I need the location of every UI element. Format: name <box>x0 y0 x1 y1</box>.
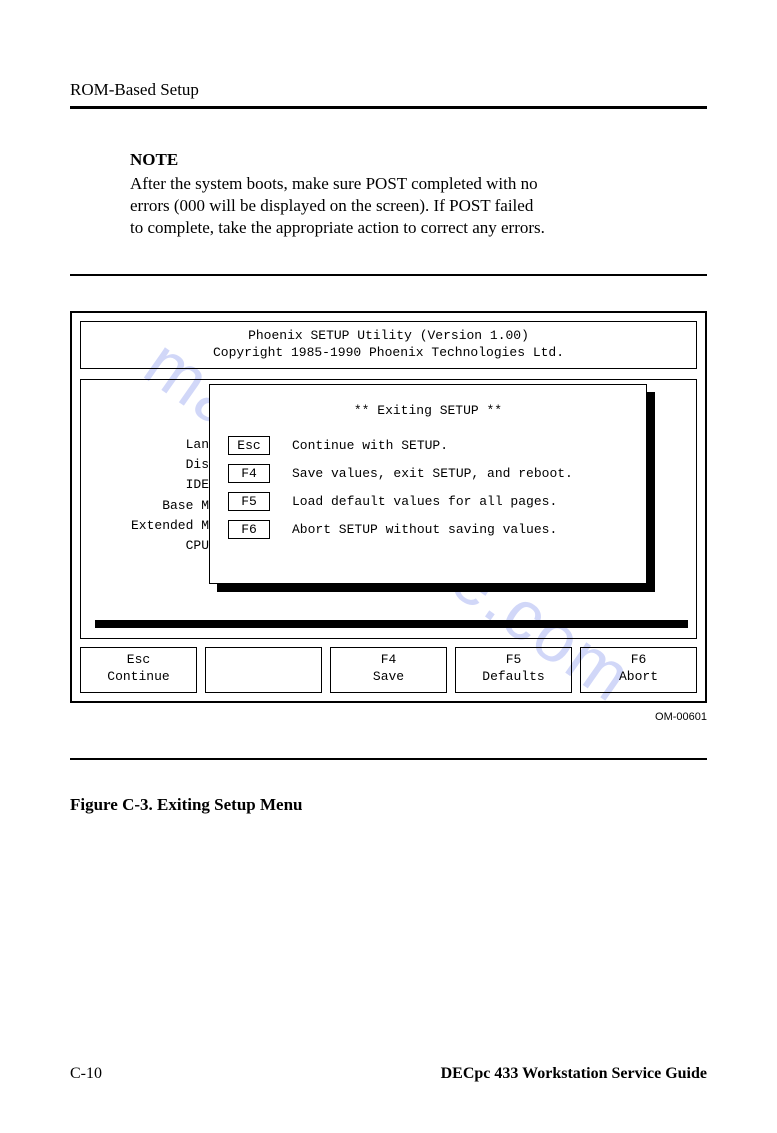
key-f4: F4 <box>228 464 270 483</box>
bios-title-line1: Phoenix SETUP Utility (Version 1.00) <box>81 328 696 345</box>
popup-row-desc: Continue with SETUP. <box>292 438 448 453</box>
exit-setup-popup: ** Exiting SETUP ** Esc Continue with SE… <box>209 384 647 584</box>
page: ROM-Based Setup NOTE After the system bo… <box>0 0 777 1133</box>
popup-title: ** Exiting SETUP ** <box>224 403 632 418</box>
figure-id: OM-00601 <box>70 711 707 723</box>
book-title: DECpc 433 Workstation Service Guide <box>441 1065 707 1083</box>
fkey-f6[interactable]: F6 Abort <box>580 647 697 693</box>
bios-window: Phoenix SETUP Utility (Version 1.00) Cop… <box>70 311 707 703</box>
separator-rule-bottom <box>70 758 707 760</box>
page-number: C-10 <box>70 1065 102 1083</box>
fkey-label: Save <box>331 669 446 686</box>
fkey-f5[interactable]: F5 Defaults <box>455 647 572 693</box>
fkey-bar: Esc Continue F4 Save F5 Defaults F6 Abor… <box>80 647 697 693</box>
key-f5: F5 <box>228 492 270 511</box>
bg-label: Base M <box>131 496 209 516</box>
fkey-blank <box>205 647 322 693</box>
key-esc: Esc <box>228 436 270 455</box>
fkey-label: Defaults <box>456 669 571 686</box>
bios-title-box: Phoenix SETUP Utility (Version 1.00) Cop… <box>80 321 697 369</box>
fkey-key: F5 <box>456 652 571 669</box>
bg-label: Lan <box>131 435 209 455</box>
popup-row-desc: Save values, exit SETUP, and reboot. <box>292 466 573 481</box>
popup-row-f6[interactable]: F6 Abort SETUP without saving values. <box>224 520 632 539</box>
note-block: NOTE After the system boots, make sure P… <box>130 149 550 239</box>
separator-rule-top <box>70 274 707 276</box>
fkey-esc[interactable]: Esc Continue <box>80 647 197 693</box>
popup-row-desc: Load default values for all pages. <box>292 494 557 509</box>
page-footer: C-10 DECpc 433 Workstation Service Guide <box>70 1065 707 1083</box>
fkey-key: Esc <box>81 652 196 669</box>
body-inner-shadow <box>95 620 688 628</box>
popup-row-esc[interactable]: Esc Continue with SETUP. <box>224 436 632 455</box>
bg-label: Dis <box>131 455 209 475</box>
fkey-key: F4 <box>331 652 446 669</box>
popup-row-desc: Abort SETUP without saving values. <box>292 522 557 537</box>
bg-label: IDE <box>131 475 209 495</box>
bios-background-labels: Lan Dis IDE Base M Extended M CPU <box>131 435 209 556</box>
fkey-f4[interactable]: F4 Save <box>330 647 447 693</box>
note-label: NOTE <box>130 149 550 171</box>
bios-body-area: Lan Dis IDE Base M Extended M CPU ** Exi… <box>80 379 697 639</box>
header-rule <box>70 106 707 109</box>
popup-row-f4[interactable]: F4 Save values, exit SETUP, and reboot. <box>224 464 632 483</box>
bg-label: Extended M <box>131 516 209 536</box>
key-f6: F6 <box>228 520 270 539</box>
bg-label: CPU <box>131 536 209 556</box>
running-head: ROM-Based Setup <box>70 80 707 100</box>
note-body: After the system boots, make sure POST c… <box>130 173 550 239</box>
fkey-key: F6 <box>581 652 696 669</box>
fkey-label: Continue <box>81 669 196 686</box>
fkey-label: Abort <box>581 669 696 686</box>
popup-row-f5[interactable]: F5 Load default values for all pages. <box>224 492 632 511</box>
bios-title-line2: Copyright 1985-1990 Phoenix Technologies… <box>81 345 696 362</box>
figure-caption: Figure C-3. Exiting Setup Menu <box>70 795 707 815</box>
